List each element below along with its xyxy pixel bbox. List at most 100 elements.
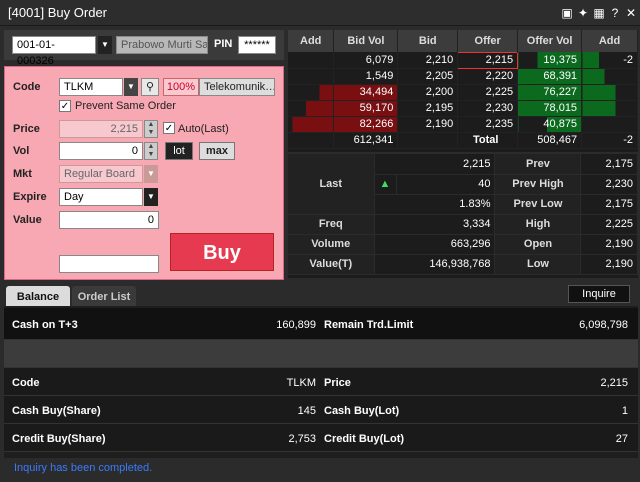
inquire-button[interactable]: Inquire [568,285,630,303]
volume-value: 663,296 [374,234,496,255]
chevron-down-icon[interactable]: ▼ [98,36,112,54]
offer-cell[interactable]: 2,215 [457,51,519,69]
auto-last-checkbox[interactable]: ✓ [163,122,175,134]
tab-balance[interactable]: Balance [6,286,70,308]
pin-icon[interactable]: ✦ [576,6,590,20]
orderbook-row[interactable]: 34,494 2,200 2,225 76,227 [288,84,638,101]
orderbook: Add Bid Vol Bid Offer Offer Vol Add 6,07… [288,30,638,152]
cash-t3-value: 160,899 [276,319,316,331]
add-offer-cell[interactable]: -2 [581,52,638,69]
high-value: 2,225 [580,214,638,235]
prevent-same-label: Prevent Same Order [75,100,176,112]
add-bid-cell[interactable] [288,52,335,69]
prev-high-label: Prev High [494,174,582,195]
expire-select[interactable]: Day [59,188,143,206]
cash-buy-share-label: Cash Buy(Share) [12,405,101,417]
price-input[interactable]: 2,215 [59,120,143,138]
market-dropdown-icon[interactable]: ▼ [144,165,158,183]
account-name: Prabowo Murti Sapu [116,36,208,54]
add-bid-cell[interactable] [288,116,335,133]
last-price: 2,215 [374,154,496,175]
stock-name: Telekomunik… [199,78,275,96]
vol-stepper[interactable]: ▲ ▼ [144,142,158,160]
vol-input[interactable]: 0 [59,142,143,160]
add-offer-cell[interactable] [581,100,638,117]
tab-bar: Balance Order List [4,284,638,308]
balance-row: Cash on T+3 160,899 Remain Trd.Limit 6,0… [4,308,638,340]
bid-cell[interactable]: 2,205 [397,68,459,85]
balance-row: Cash Buy(Share) 145 Cash Buy(Lot) 1 [4,396,638,424]
orderbook-total-row: 612,341 Total 508,467 -2 [288,132,638,149]
valuet-label: Value(T) [288,254,375,275]
open-label: Open [494,234,582,255]
value-field: 0 [59,211,159,229]
offer-vol-cell: 68,391 [517,68,583,85]
add-bid-cell[interactable] [288,68,335,85]
monitor-icon[interactable]: ▣ [560,6,574,20]
prevent-same-checkbox[interactable]: ✓ [59,100,71,112]
grid-icon[interactable]: ▦ [592,6,606,20]
low-label: Low [494,254,582,275]
lot-button[interactable]: lot [165,142,193,160]
credit-buy-share-value: 2,753 [288,433,316,445]
status-message: Inquiry has been completed. [14,462,153,474]
account-select[interactable]: 001-01-000326 [12,36,96,67]
orderbook-row[interactable]: 6,079 2,210 2,215 19,375 -2 [288,51,638,69]
prev-value: 2,175 [580,154,638,175]
header-bid-vol: Bid Vol [333,30,399,52]
offer-cell[interactable]: 2,235 [457,116,519,133]
credit-buy-share-label: Credit Buy(Share) [12,433,106,445]
bid-vol-cell: 34,494 [333,84,399,101]
help-icon[interactable]: ? [608,6,622,20]
mkt-label: Mkt [13,168,32,180]
expire-label: Expire [13,191,47,203]
search-icon[interactable]: ⚲ [141,78,159,96]
add-offer-cell[interactable] [581,68,638,85]
add-offer-cell[interactable] [581,84,638,101]
balance-row: Credit Buy(Share) 2,753 Credit Buy(Lot) … [4,424,638,452]
bid-vol-cell: 1,549 [333,68,399,85]
bid-cell[interactable]: 2,195 [397,100,459,117]
orderbook-row[interactable]: 1,549 2,205 2,220 68,391 [288,68,638,85]
offer-cell[interactable]: 2,230 [457,100,519,117]
code-value: TLKM [286,377,316,389]
total-offer-vol: 508,467 [517,132,583,149]
offer-cell[interactable]: 2,225 [457,84,519,101]
add-bid-cell[interactable] [288,84,335,101]
freq-value: 3,334 [374,214,496,235]
offer-cell[interactable]: 2,220 [457,68,519,85]
buy-button[interactable]: Buy [170,233,274,271]
offer-vol-cell: 40,875 [517,116,583,133]
total-add-bid [288,132,335,149]
offer-vol-cell: 19,375 [517,52,583,69]
bid-cell[interactable]: 2,210 [397,52,459,69]
tab-order-list[interactable]: Order List [72,286,136,308]
offer-vol-cell: 76,227 [517,84,583,101]
price-stepper[interactable]: ▲ ▼ [144,120,158,138]
header-add-bid: Add [288,30,335,52]
market-select[interactable]: Regular Board [59,165,143,183]
remain-label: Remain Trd.Limit [324,319,414,331]
low-value: 2,190 [580,254,638,275]
max-button[interactable]: max [199,142,235,160]
orderbook-row[interactable]: 82,266 2,190 2,235 40,875 [288,116,638,133]
code-input[interactable]: TLKM [59,78,123,96]
close-icon[interactable]: ✕ [624,6,638,20]
expire-dropdown-icon[interactable]: ▼ [144,188,158,206]
memo-input[interactable] [59,255,159,273]
bid-cell[interactable]: 2,190 [397,116,459,133]
code-dropdown-icon[interactable]: ▼ [124,78,138,96]
code-label: Code [12,377,40,389]
total-add-offer: -2 [581,132,638,149]
price-label: Price [324,377,351,389]
add-offer-cell[interactable] [581,116,638,133]
orderbook-row[interactable]: 59,170 2,195 2,230 78,015 [288,100,638,117]
prev-high-value: 2,230 [580,174,638,195]
header-offer: Offer [457,30,519,52]
cash-t3-label: Cash on T+3 [12,319,78,331]
bid-cell[interactable]: 2,200 [397,84,459,101]
add-bid-cell[interactable] [288,100,335,117]
value-label: Value [13,214,42,226]
pin-input[interactable]: ****** [238,36,276,54]
percent-badge: 100% [163,78,199,96]
